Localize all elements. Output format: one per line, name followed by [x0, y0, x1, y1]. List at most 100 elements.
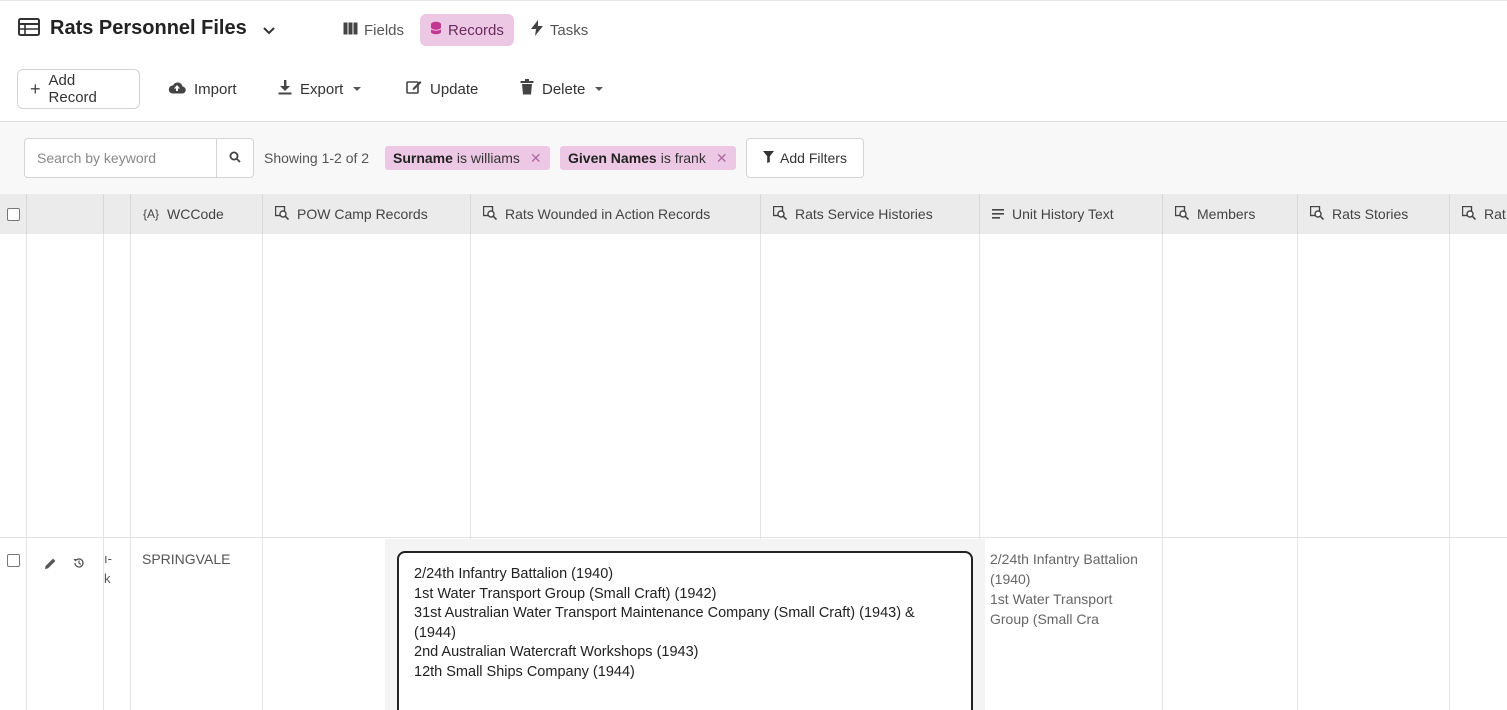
trash-icon	[520, 79, 534, 99]
add-record-button[interactable]: + Add Record	[17, 69, 140, 109]
top-bar: Rats Personnel Files Fields Records Task…	[0, 0, 1507, 60]
linked-records-icon	[772, 205, 788, 223]
delete-button[interactable]: Delete	[520, 69, 604, 109]
filter-chip-value: is frank	[660, 150, 706, 166]
filter-bar: Showing 1-2 of 2 Surname is williams ✕ G…	[0, 122, 1507, 194]
formula-icon: {A}	[143, 207, 160, 221]
page-title: Rats Personnel Files	[50, 17, 247, 39]
editor-line: 2/24th Infantry Battalion (1940)	[414, 566, 614, 582]
column-header-rats-wounded[interactable]: Rats Wounded in Action Records	[471, 194, 761, 234]
column-header-label: POW Camp Records	[297, 206, 428, 222]
records-table: {A} WCCode POW Camp Records Rats Wounded…	[0, 194, 1507, 710]
search-button[interactable]	[216, 138, 254, 178]
wccode-cell: SPRINGVALE	[142, 551, 231, 567]
database-icon	[430, 21, 442, 39]
column-header-wccode[interactable]: {A} WCCode	[131, 194, 263, 234]
edit-icon	[406, 79, 422, 99]
editor-line: 2nd Australian Watercraft Workshops (194…	[414, 644, 699, 661]
editor-line: 1st Water Transport Group (Small Craft) …	[414, 585, 717, 602]
filter-chip-value: is williams	[456, 150, 520, 166]
linked-records-icon	[1461, 205, 1477, 223]
row-actions-header	[27, 194, 104, 234]
toolbar: + Add Record Import Export Update Delete	[0, 60, 1507, 122]
editor-line: (1944)	[414, 624, 456, 641]
column-divider	[1297, 234, 1298, 710]
search-input[interactable]	[24, 138, 217, 178]
linked-records-icon	[274, 205, 290, 223]
column-header-label: Rats Wounded in Action Records	[505, 206, 711, 222]
linked-records-icon	[1309, 205, 1325, 223]
select-all-checkbox[interactable]	[7, 208, 20, 221]
table-icon	[18, 18, 40, 39]
column-header-members[interactable]: Members	[1163, 194, 1298, 234]
column-divider	[1162, 234, 1163, 710]
column-divider	[262, 234, 263, 710]
column-header-label: Rat	[1484, 206, 1506, 222]
tab-tasks-label: Tasks	[549, 21, 589, 39]
column-header-label: Rats Service Histories	[795, 206, 933, 222]
linked-records-icon	[1174, 205, 1190, 223]
import-label: Import	[194, 80, 237, 98]
filter-chip-field: Surname	[393, 150, 453, 166]
update-label: Update	[430, 80, 479, 98]
close-icon[interactable]: ✕	[530, 150, 542, 167]
update-button[interactable]: Update	[406, 69, 478, 109]
row-divider	[0, 537, 1507, 538]
add-record-label: Add Record	[48, 72, 97, 106]
tab-tasks[interactable]: Tasks	[520, 14, 598, 46]
cloud-upload-icon	[168, 81, 186, 98]
linked-records-icon	[482, 205, 498, 223]
column-divider	[130, 234, 131, 710]
tab-records[interactable]: Records	[420, 14, 514, 46]
tab-fields-label: Fields	[364, 21, 405, 39]
column-header-rats-service-histories[interactable]: Rats Service Histories	[761, 194, 980, 234]
filter-chip-given-names[interactable]: Given Names is frank ✕	[560, 146, 736, 170]
app-title-area: Rats Personnel Files	[18, 17, 247, 40]
unit-history-editor[interactable]: 2/24th Infantry Battalion (1940) 1st Wat…	[397, 551, 973, 710]
plus-icon: +	[30, 78, 41, 99]
search-icon	[229, 150, 241, 166]
column-header-unit-history-text[interactable]: Unit History Text	[980, 194, 1163, 234]
unit-history-line: 2/24th Infantry Battalion	[990, 551, 1138, 567]
unit-history-line: Group (Small Cra	[990, 611, 1099, 627]
export-button[interactable]: Export	[278, 69, 362, 109]
column-header-rats-stories[interactable]: Rats Stories	[1298, 194, 1450, 234]
chevron-down-icon[interactable]	[262, 23, 276, 39]
close-icon[interactable]: ✕	[716, 150, 728, 167]
unit-history-line: 1st Water Transport	[990, 591, 1113, 607]
history-icon[interactable]	[73, 556, 85, 572]
unit-history-cell[interactable]: 2/24th Infantry Battalion (1940) 1st Wat…	[990, 549, 1155, 629]
filter-chip-field: Given Names	[568, 150, 657, 166]
column-divider	[26, 234, 27, 710]
filter-chip-surname[interactable]: Surname is williams ✕	[385, 146, 550, 170]
filter-icon	[763, 150, 775, 166]
name-column-header[interactable]	[104, 194, 131, 234]
column-header-label: Rats Stories	[1332, 206, 1409, 222]
pencil-icon[interactable]	[45, 556, 56, 572]
column-header-pow-camp-records[interactable]: POW Camp Records	[263, 194, 471, 234]
select-all-cell	[0, 194, 27, 234]
column-divider	[103, 234, 104, 710]
import-button[interactable]: Import	[168, 69, 237, 109]
record-count: Showing 1-2 of 2	[264, 150, 370, 166]
unit-history-line: (1940)	[990, 571, 1031, 587]
name-cell-truncated: ı-	[104, 551, 112, 566]
column-header-label: WCCode	[167, 206, 224, 222]
view-tabs: Fields Records Tasks	[333, 14, 598, 46]
export-label: Export	[300, 80, 344, 98]
download-icon	[278, 79, 292, 99]
add-filters-button[interactable]: Add Filters	[746, 138, 864, 178]
tab-records-label: Records	[448, 21, 504, 39]
table-header: {A} WCCode POW Camp Records Rats Wounded…	[0, 194, 1507, 234]
delete-label: Delete	[542, 80, 586, 98]
tab-fields[interactable]: Fields	[333, 14, 414, 46]
add-filters-label: Add Filters	[780, 150, 847, 166]
row-checkbox[interactable]	[7, 554, 20, 567]
column-divider	[1449, 234, 1450, 710]
columns-icon	[343, 22, 358, 39]
column-header-rats-partial[interactable]: Rat	[1450, 194, 1507, 234]
paragraph-icon	[992, 206, 1004, 222]
caret-down-icon	[353, 87, 362, 91]
caret-down-icon	[595, 87, 604, 91]
editor-line: 12th Small Ships Company (1944)	[414, 663, 635, 680]
